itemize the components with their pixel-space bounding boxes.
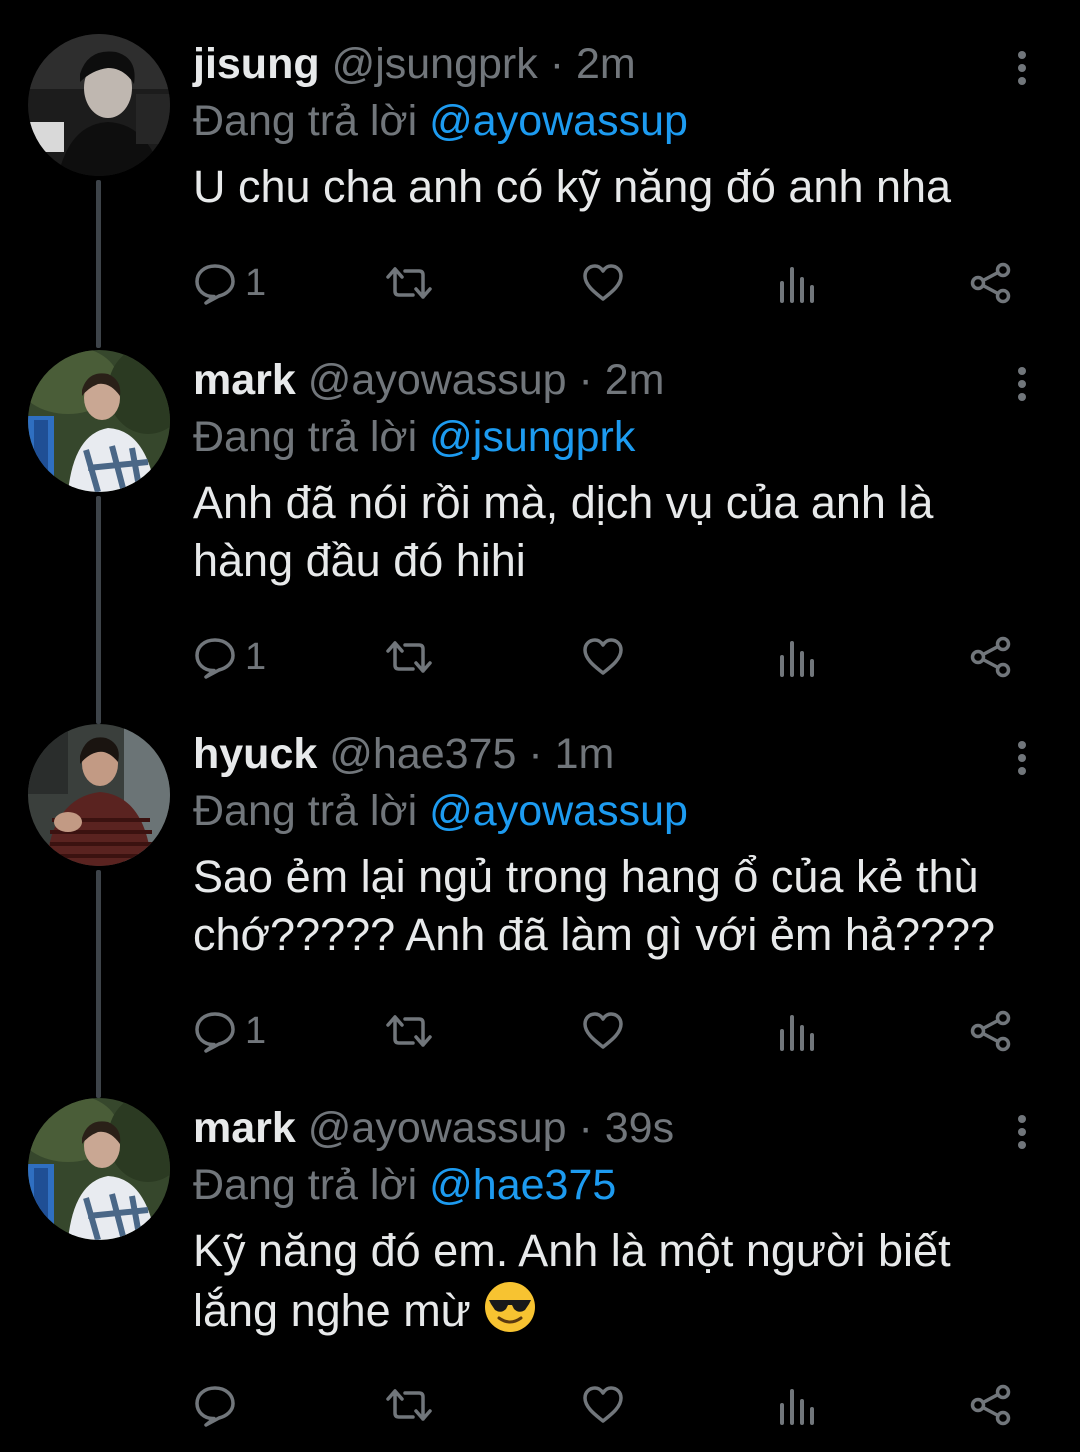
tweet-text: Kỹ năng đó em. Anh là một người biết lắn… [193,1222,1013,1348]
tweet-text: U chu cha anh có kỹ năng đó anh nha [193,161,952,212]
tweet-actions: 1 [193,1006,1023,1056]
reply-icon [195,1012,235,1053]
timestamp[interactable]: 39s [605,1104,674,1152]
timestamp[interactable]: 2m [576,40,636,88]
views-icon [780,641,814,677]
more-icon[interactable] [1010,50,1034,86]
header-separator: · [578,356,593,404]
share-button[interactable] [969,258,1013,308]
avatar[interactable] [28,34,170,176]
user-handle[interactable]: @ayowassup [308,1104,567,1152]
tweet-text-content: Kỹ năng đó em. Anh là một người biết lắn… [193,1225,951,1336]
views-button[interactable] [777,1380,817,1430]
like-icon [583,638,623,675]
views-icon [780,1015,814,1051]
share-icon [970,1010,1011,1052]
display-name[interactable]: jisung [193,40,320,88]
retweet-button[interactable] [385,1006,433,1056]
reply-button[interactable]: 1 [193,632,266,682]
share-icon [970,1384,1011,1426]
like-button[interactable] [581,1006,625,1056]
replying-to-mention[interactable]: @hae375 [429,1161,616,1209]
share-button[interactable] [969,632,1013,682]
like-icon [583,264,623,301]
tweet-header: mark @ayowassup · 2m [193,352,990,408]
reply-icon [195,264,235,305]
reply-icon [195,1386,235,1427]
conversation-thread: jisung @jsungprk · 2m Đang trả lời @ayow… [0,0,1080,1452]
reply-button[interactable]: 1 [193,1006,266,1056]
retweet-icon [386,1389,432,1421]
reply-icon [195,638,235,679]
display-name[interactable]: hyuck [193,730,317,778]
user-handle[interactable]: @hae375 [329,730,516,778]
retweet-button[interactable] [385,632,433,682]
user-handle[interactable]: @jsungprk [332,40,538,88]
tweet[interactable]: mark @ayowassup · 39s Đang trả lời @hae3… [0,1098,1080,1438]
like-icon [583,1386,623,1423]
tweet-text: Anh đã nói rồi mà, dịch vụ của anh là hà… [193,477,934,586]
replying-to-label: Đang trả lời [193,1161,418,1209]
user-handle[interactable]: @ayowassup [308,356,567,404]
display-name[interactable]: mark [193,1104,296,1152]
tweet[interactable]: jisung @jsungprk · 2m Đang trả lời @ayow… [0,34,1080,324]
replying-to-label: Đang trả lời [193,413,418,461]
replying-to-mention[interactable]: @jsungprk [429,413,635,461]
replying-to: Đang trả lời @ayowassup [193,784,688,838]
replying-to-mention[interactable]: @ayowassup [429,97,688,145]
tweet[interactable]: hyuck @hae375 · 1m Đang trả lời @ayowass… [0,724,1080,1064]
reply-count: 1 [245,1010,267,1052]
views-button[interactable] [777,1006,817,1056]
like-icon [583,1012,623,1049]
sunglasses-emoji-icon [483,1280,537,1348]
display-name[interactable]: mark [193,356,296,404]
tweet-header: hyuck @hae375 · 1m [193,726,990,782]
views-icon [780,1389,814,1425]
replying-to-mention[interactable]: @ayowassup [429,787,688,835]
retweet-button[interactable] [385,1380,433,1430]
replying-to-label: Đang trả lời [193,787,418,835]
share-icon [970,262,1011,304]
retweet-icon [386,1015,432,1047]
like-button[interactable] [581,258,625,308]
views-icon [780,267,814,303]
tweet-actions: 1 [193,632,1023,682]
avatar[interactable] [28,724,170,866]
more-icon[interactable] [1010,366,1034,402]
reply-count: 1 [245,636,267,678]
more-icon[interactable] [1010,740,1034,776]
retweet-button[interactable] [385,258,433,308]
views-button[interactable] [777,632,817,682]
reply-button[interactable] [193,1380,245,1430]
share-button[interactable] [969,1006,1013,1056]
header-separator: · [578,1104,593,1152]
replying-to: Đang trả lời @ayowassup [193,94,688,148]
retweet-icon [386,267,432,299]
like-button[interactable] [581,632,625,682]
reply-count: 1 [245,262,267,304]
replying-to-label: Đang trả lời [193,97,418,145]
avatar[interactable] [28,350,170,492]
timestamp[interactable]: 2m [605,356,665,404]
replying-to: Đang trả lời @jsungprk [193,410,635,464]
share-button[interactable] [969,1380,1013,1430]
reply-button[interactable]: 1 [193,258,266,308]
like-button[interactable] [581,1380,625,1430]
views-button[interactable] [777,258,817,308]
tweet-actions [193,1380,1023,1430]
tweet-header: mark @ayowassup · 39s [193,1100,990,1156]
tweet-header: jisung @jsungprk · 2m [193,36,990,92]
tweet[interactable]: mark @ayowassup · 2m Đang trả lời @jsung… [0,350,1080,690]
timestamp[interactable]: 1m [555,730,615,778]
tweet-actions: 1 [193,258,1023,308]
retweet-icon [386,641,432,673]
replying-to: Đang trả lời @hae375 [193,1158,616,1212]
more-icon[interactable] [1010,1114,1034,1150]
header-separator: · [528,730,543,778]
header-separator: · [549,40,565,88]
tweet-text: Sao ẻm lại ngủ trong hang ổ của kẻ thù c… [193,851,996,960]
share-icon [970,636,1011,678]
avatar[interactable] [28,1098,170,1240]
